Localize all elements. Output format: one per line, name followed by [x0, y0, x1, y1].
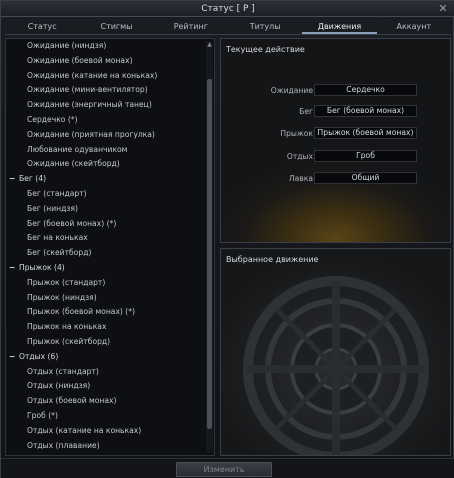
- list-item[interactable]: Бег на коньках: [6, 231, 214, 246]
- group-label: Отдых (6): [19, 351, 59, 361]
- rest-value: Гроб: [314, 150, 417, 162]
- list-item[interactable]: Ожидание (приятная прогулка): [6, 128, 214, 143]
- list-item[interactable]: Ожидание (катание на коньках): [6, 69, 214, 84]
- idle-value: Сердечко: [314, 84, 417, 96]
- tab-status[interactable]: Статус: [5, 19, 79, 34]
- jump-value: Прыжок (боевой монах): [314, 127, 417, 139]
- group-label: Бег (4): [19, 174, 47, 184]
- bottom-bar: Изменить: [1, 458, 454, 478]
- current-action-title: Текущее действие: [226, 45, 305, 54]
- status-window: Статус [ P ] ✕ Статус Стигмы Рейтинг Тит…: [0, 0, 454, 478]
- change-button[interactable]: Изменить: [176, 462, 272, 477]
- list-item[interactable]: Любование одуванчиком: [6, 143, 214, 158]
- motion-list-rows: Ожидание (ниндзя) Ожидание (боевой монах)…: [6, 39, 214, 455]
- list-group-header[interactable]: − Прыжок (4): [6, 261, 214, 276]
- idle-label: Ожидание: [270, 86, 313, 95]
- list-item[interactable]: Ожидание (энергичный танец): [6, 98, 214, 113]
- tab-account[interactable]: Аккаунт: [377, 19, 451, 34]
- selected-motion-panel: Выбранное движение: [220, 248, 451, 456]
- selected-motion-title: Выбранное движение: [226, 255, 319, 264]
- list-item[interactable]: Прыжок на коньках: [6, 320, 214, 335]
- tab-bar: Статус Стигмы Рейтинг Титулы Движения Ак…: [5, 19, 451, 35]
- list-item[interactable]: Ожидание (мини-вентилятор): [6, 83, 214, 98]
- tab-rating[interactable]: Рейтинг: [154, 19, 228, 34]
- list-scrollbar[interactable]: ▲: [206, 41, 213, 453]
- window-titlebar[interactable]: Статус [ P ] ✕: [1, 1, 454, 17]
- current-action-panel: Текущее действие Ожидание Сердечко Бег Б…: [220, 38, 451, 243]
- motion-list: Ожидание (ниндзя) Ожидание (боевой монах)…: [5, 38, 215, 456]
- list-item[interactable]: Гроб (*): [6, 409, 214, 424]
- list-item[interactable]: Ожидание (боевой монах): [6, 54, 214, 69]
- list-item[interactable]: Ожидание (скейтборд): [6, 157, 214, 172]
- list-item[interactable]: Бег (ниндзя): [6, 202, 214, 217]
- list-item[interactable]: Отдых (плавание): [6, 439, 214, 454]
- list-item[interactable]: Ожидание (ниндзя): [6, 39, 214, 54]
- tab-stigmas[interactable]: Стигмы: [79, 19, 153, 34]
- scroll-thumb[interactable]: [207, 79, 212, 429]
- run-value: Бег (боевой монах): [314, 105, 417, 117]
- list-item[interactable]: Отдых (ниндзя): [6, 379, 214, 394]
- list-item[interactable]: Прыжок (стандарт): [6, 276, 214, 291]
- group-label: Прыжок (4): [19, 262, 65, 272]
- list-group-header[interactable]: − Отдых (6): [6, 350, 214, 365]
- tab-titles[interactable]: Титулы: [228, 19, 302, 34]
- list-item[interactable]: Сердечко (*): [6, 113, 214, 128]
- list-item[interactable]: Бег (скейтборд): [6, 246, 214, 261]
- list-item[interactable]: Прыжок (боевой монах) (*): [6, 305, 214, 320]
- rest-label: Отдых: [286, 152, 313, 161]
- collapse-icon[interactable]: −: [9, 350, 19, 365]
- window-title: Статус [ P ]: [201, 4, 255, 14]
- emblem-background: [221, 249, 450, 455]
- collapse-icon[interactable]: −: [9, 172, 19, 187]
- run-label: Бег: [299, 107, 313, 116]
- bench-value: Общий: [314, 172, 417, 184]
- list-item[interactable]: Бег (боевой монах) (*): [6, 217, 214, 232]
- list-item[interactable]: Прыжок (скейтборд): [6, 335, 214, 350]
- bench-label: Лавка: [288, 174, 313, 183]
- jump-label: Прыжок: [280, 129, 313, 138]
- tab-motions[interactable]: Движения: [302, 19, 377, 34]
- list-item[interactable]: Отдых (катание на коньках): [6, 424, 214, 439]
- list-item[interactable]: Отдых (стандарт): [6, 365, 214, 380]
- list-item[interactable]: Отдых (скейтборд): [6, 453, 214, 455]
- list-item[interactable]: Бег (стандарт): [6, 187, 214, 202]
- list-item[interactable]: Отдых (боевой монах): [6, 394, 214, 409]
- collapse-icon[interactable]: −: [9, 261, 19, 276]
- scroll-up-icon[interactable]: ▲: [206, 41, 213, 49]
- list-item[interactable]: Прыжок (ниндзя): [6, 291, 214, 306]
- close-icon[interactable]: ✕: [437, 1, 449, 17]
- list-group-header[interactable]: − Бег (4): [6, 172, 214, 187]
